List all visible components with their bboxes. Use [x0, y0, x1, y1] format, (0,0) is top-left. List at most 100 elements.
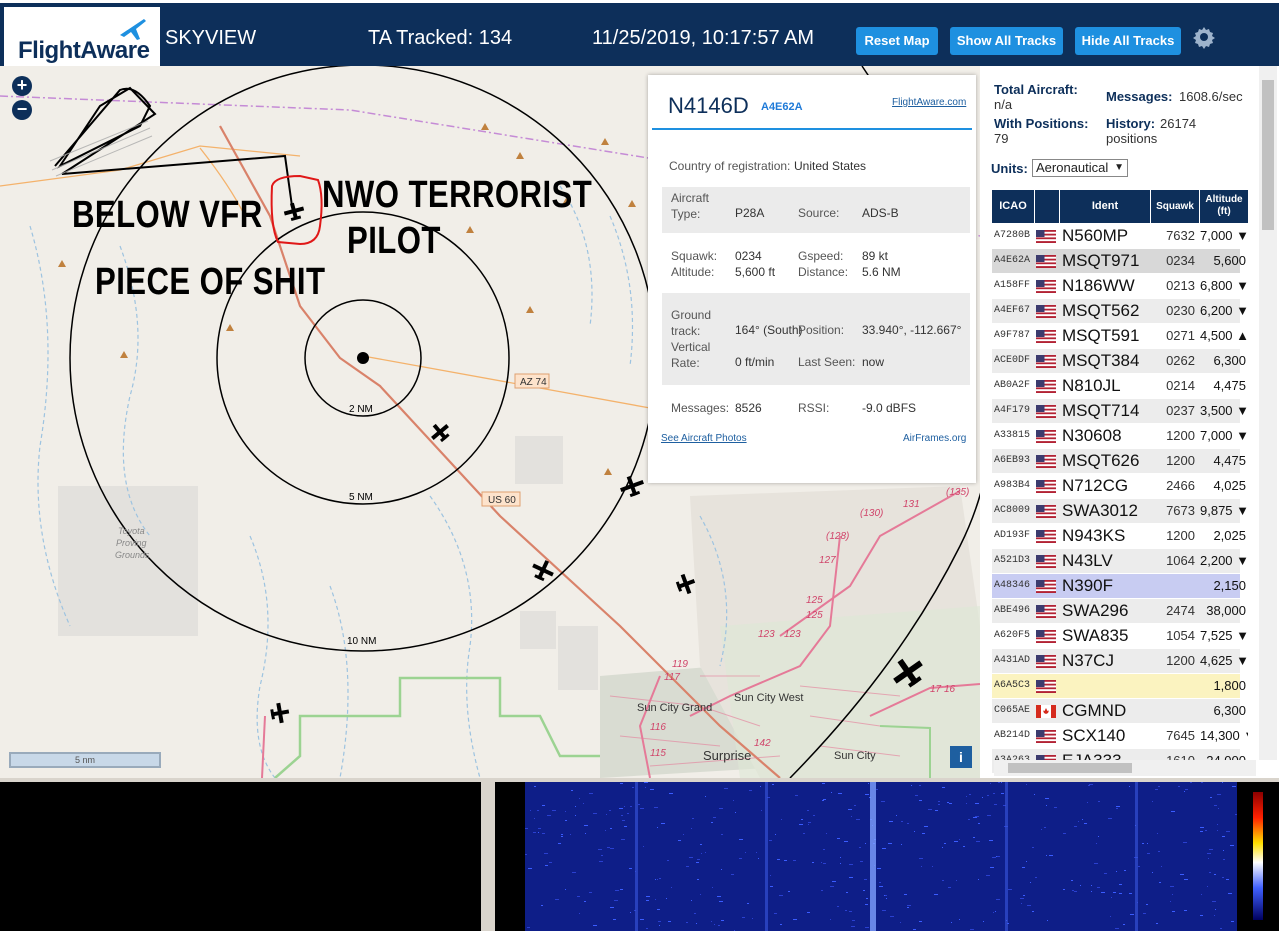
show-all-tracks-button[interactable]: Show All Tracks	[950, 27, 1063, 55]
road-label-us60: US 60	[488, 495, 516, 506]
cell-icao: A6EB93	[994, 455, 1031, 466]
us-flag-icon	[1035, 524, 1059, 548]
units-label: Units:	[991, 161, 1028, 176]
waterfall-panel	[495, 782, 1279, 931]
squawk-value: 0234	[735, 249, 762, 263]
svg-text:116: 116	[650, 722, 666, 733]
table-row[interactable]: A983B4 N712CG 2466 4,025	[992, 474, 1246, 499]
history-value: 26174 positions	[1106, 116, 1197, 146]
table-row[interactable]: A48346 N390F 2,150	[992, 574, 1246, 599]
svg-text:125: 125	[806, 610, 823, 621]
cell-ident	[1060, 674, 1150, 698]
svg-text:117: 117	[664, 672, 680, 683]
table-row[interactable]: A33815 N30608 1200 7,000 ▼	[992, 424, 1248, 449]
svg-text:119: 119	[672, 659, 688, 670]
current-datetime: 11/25/2019, 10:17:57 AM	[592, 27, 815, 49]
table-row[interactable]: A158FF N186WW 0213 6,800 ▼	[992, 274, 1248, 299]
airframes-link[interactable]: AirFrames.org	[903, 433, 966, 444]
hide-all-tracks-button[interactable]: Hide All Tracks	[1075, 27, 1181, 55]
cell-icao: A4E62A	[994, 255, 1031, 266]
table-row[interactable]: A4F179 MSQT714 0237 3,500 ▼	[992, 399, 1248, 424]
sidebar-vertical-scrollbar[interactable]	[1259, 66, 1277, 760]
cell-altitude: 4,025	[1213, 478, 1246, 493]
cell-icao: AC8009	[994, 505, 1031, 516]
table-row[interactable]: AB0A2F N810JL 0214 4,475	[992, 374, 1246, 399]
table-row[interactable]: A7280B N560MP 7632 7,000 ▼	[992, 224, 1248, 249]
table-row[interactable]: A9F787 MSQT591 0271 4,500 ▲	[992, 324, 1248, 349]
table-row[interactable]: A6A5C3 1,800	[992, 674, 1246, 699]
scrollbar-thumb[interactable]	[1262, 80, 1274, 230]
cell-ident: N186WW	[1062, 276, 1135, 295]
cell-altitude: 6,800 ▼	[1200, 278, 1248, 293]
table-row[interactable]: A521D3 N43LV 1064 2,200 ▼	[992, 549, 1248, 574]
ring-label-2nm: 2 NM	[349, 404, 373, 415]
cell-squawk: 7645	[1166, 728, 1195, 743]
table-row[interactable]: ACE0DF MSQT384 0262 6,300	[992, 349, 1246, 374]
col-squawk[interactable]: Squawk	[1151, 190, 1199, 223]
lastseen-label: Last Seen:	[798, 355, 856, 369]
cell-icao: A9F787	[994, 330, 1031, 341]
map-info-button[interactable]: i	[950, 746, 972, 768]
table-row[interactable]: A620F5 SWA835 1054 7,525 ▼	[992, 624, 1248, 649]
table-row[interactable]: AC8009 SWA3012 7673 9,875 ▼	[992, 499, 1248, 524]
flightaware-link[interactable]: FlightAware.com	[892, 97, 966, 108]
cell-ident: MSQT626	[1062, 451, 1140, 470]
cell-squawk: 0230	[1166, 303, 1195, 318]
toyota-label-2: Proving	[116, 538, 147, 548]
units-select-value: Aeronautical	[1036, 160, 1109, 175]
us-flag-icon	[1035, 599, 1059, 623]
zoom-out-button[interactable]: −	[12, 100, 32, 120]
aircraft-photos-link[interactable]: See Aircraft Photos	[661, 433, 747, 444]
town-sun-city: Sun City	[834, 750, 876, 762]
total-aircraft-value: n/a	[994, 97, 1013, 112]
reset-map-button[interactable]: Reset Map	[856, 27, 938, 55]
us-flag-icon	[1035, 724, 1059, 748]
zoom-in-button[interactable]: +	[12, 76, 32, 96]
units-select[interactable]: Aeronautical ▼	[1032, 159, 1128, 177]
table-row[interactable]: AD193F N943KS 1200 2,025	[992, 524, 1246, 549]
town-sun-city-grand: Sun City Grand	[637, 702, 712, 714]
cell-altitude: 6,300	[1213, 703, 1246, 718]
table-row[interactable]: C065AE CGMND 6,300	[992, 699, 1246, 724]
svg-text:115: 115	[650, 748, 666, 759]
position-value: 33.940°, -112.667°	[862, 323, 962, 337]
cell-squawk: 2466	[1166, 478, 1195, 493]
col-ident[interactable]: Ident	[1060, 190, 1150, 223]
cell-ident: N30608	[1062, 426, 1122, 445]
popup-ident: N4146D	[668, 93, 749, 118]
cell-squawk: 1200	[1166, 653, 1195, 668]
source-value: ADS-B	[862, 206, 899, 220]
svg-text:123: 123	[758, 629, 775, 640]
aircraft-detail-popup: N4146D A4E62A FlightAware.com Country of…	[648, 75, 976, 483]
table-row[interactable]: A6EB93 MSQT626 1200 4,475	[992, 449, 1246, 474]
col-icao[interactable]: ICAO	[992, 190, 1034, 223]
tracked-count: TA Tracked: 134	[368, 27, 513, 49]
ca-flag-icon	[1035, 699, 1059, 723]
col-flag[interactable]	[1035, 190, 1059, 223]
table-row[interactable]: A4E62A MSQT971 0234 5,600	[992, 249, 1246, 274]
col-altitude[interactable]: Altitude (ft)	[1200, 190, 1248, 223]
table-row[interactable]: A4EF67 MSQT562 0230 6,200 ▼	[992, 299, 1248, 324]
table-row[interactable]: ABE496 SWA296 2474 38,000	[992, 599, 1246, 624]
table-row[interactable]: A431AD N37CJ 1200 4,625 ▼	[992, 649, 1248, 674]
us-flag-icon	[1035, 649, 1059, 673]
cell-ident: MSQT714	[1062, 401, 1140, 420]
cell-altitude: 9,875 ▼	[1200, 503, 1248, 518]
cell-squawk: 2474	[1166, 603, 1195, 618]
sidebar-horizontal-scrollbar[interactable]	[994, 760, 1256, 776]
cell-altitude: 7,000 ▼	[1200, 428, 1248, 443]
svg-text:(130): (130)	[860, 508, 883, 519]
cell-altitude: 4,475	[1213, 453, 1246, 468]
popup-hex[interactable]: A4E62A	[761, 101, 803, 113]
table-row[interactable]: AB214D SCX140 7645 14,300 ▼	[992, 724, 1248, 749]
bottom-panels	[0, 778, 1279, 931]
flightaware-logo[interactable]: FlightAware	[4, 7, 160, 67]
country-value: United States	[794, 159, 867, 173]
gear-icon[interactable]	[1192, 25, 1216, 49]
hscroll-thumb[interactable]	[1008, 763, 1132, 773]
cell-squawk	[1151, 674, 1199, 698]
cell-ident: N560MP	[1062, 226, 1129, 245]
annotation-nwo: NWO TERRORIST	[322, 174, 593, 216]
plane-icon	[120, 19, 146, 40]
cell-squawk: 7673	[1166, 503, 1195, 518]
